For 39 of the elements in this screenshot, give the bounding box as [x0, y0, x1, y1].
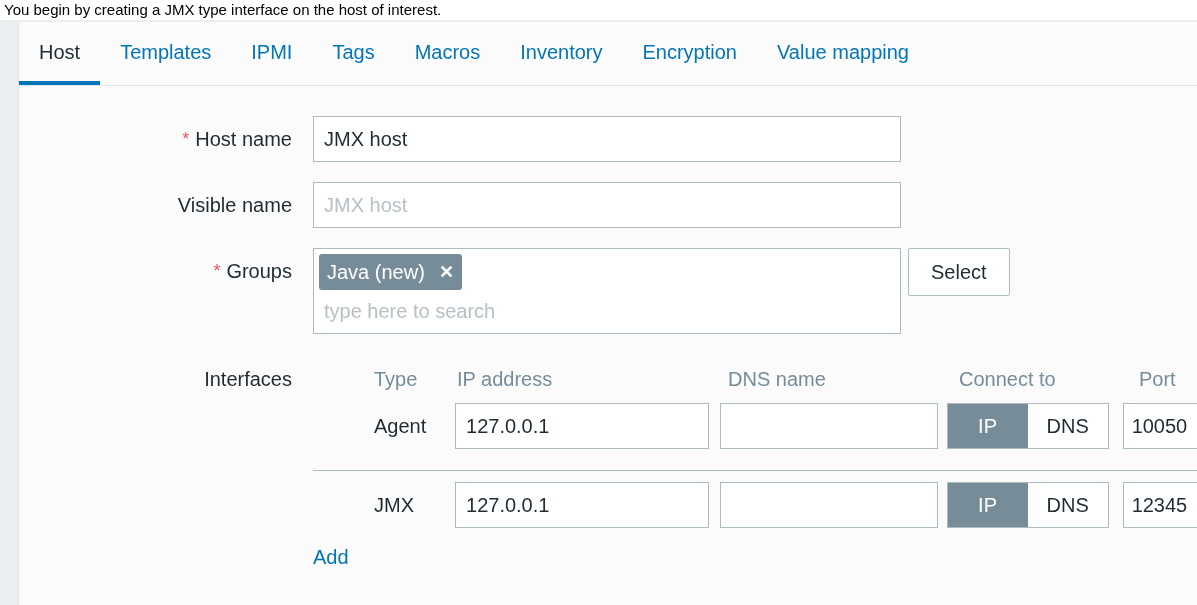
- port-field[interactable]: 10050: [1122, 403, 1197, 449]
- column-header: Port: [1139, 367, 1176, 392]
- tab[interactable]: Value mapping: [757, 37, 929, 85]
- tag-remove-icon[interactable]: ✕: [438, 258, 454, 286]
- connect-option[interactable]: IP: [947, 404, 1028, 448]
- dns-name-field[interactable]: [720, 403, 938, 449]
- required-mark: *: [213, 262, 221, 280]
- tab[interactable]: IPMI: [231, 37, 313, 85]
- caption-text: You begin by creating a JMX type interface on the host of interest.: [3, 0, 443, 20]
- connect-option[interactable]: DNS: [1027, 482, 1108, 527]
- host-name-field[interactable]: JMX host: [313, 116, 901, 162]
- tab[interactable]: Inventory: [500, 37, 623, 85]
- field-label: Interfaces: [204, 367, 292, 392]
- add-link[interactable]: Add: [313, 542, 349, 572]
- required-mark: *: [182, 130, 190, 148]
- tab[interactable]: Host: [19, 37, 101, 85]
- tab[interactable]: Tags: [312, 37, 395, 85]
- ip-address-field[interactable]: 127.0.0.1: [455, 403, 710, 449]
- column-header: Connect to: [959, 367, 1057, 392]
- tab[interactable]: Encryption: [622, 37, 757, 85]
- ip-address-field[interactable]: 127.0.0.1: [455, 481, 710, 528]
- field-label: Visible name: [177, 193, 292, 218]
- connect-option[interactable]: IP: [947, 482, 1028, 527]
- interface-type: JMX: [373, 492, 415, 518]
- tab[interactable]: Templates: [100, 37, 232, 85]
- port-field[interactable]: 12345: [1122, 481, 1197, 528]
- connect-option[interactable]: DNS: [1027, 404, 1108, 448]
- dns-name-field[interactable]: [720, 481, 938, 528]
- interface-type: Agent: [373, 414, 428, 439]
- tab[interactable]: Macros: [394, 37, 501, 85]
- column-header: DNS name: [728, 367, 827, 392]
- tag-label: Java (new): [327, 260, 425, 285]
- field-label: Host name: [195, 127, 292, 152]
- column-header: Type: [373, 367, 419, 392]
- field-label: Groups: [226, 259, 292, 284]
- groups-field[interactable]: Java (new) ✕ type here to search: [313, 248, 901, 334]
- column-header: IP address: [457, 367, 554, 392]
- select-button[interactable]: Select: [908, 248, 1010, 296]
- search-placeholder: type here to search: [323, 299, 497, 324]
